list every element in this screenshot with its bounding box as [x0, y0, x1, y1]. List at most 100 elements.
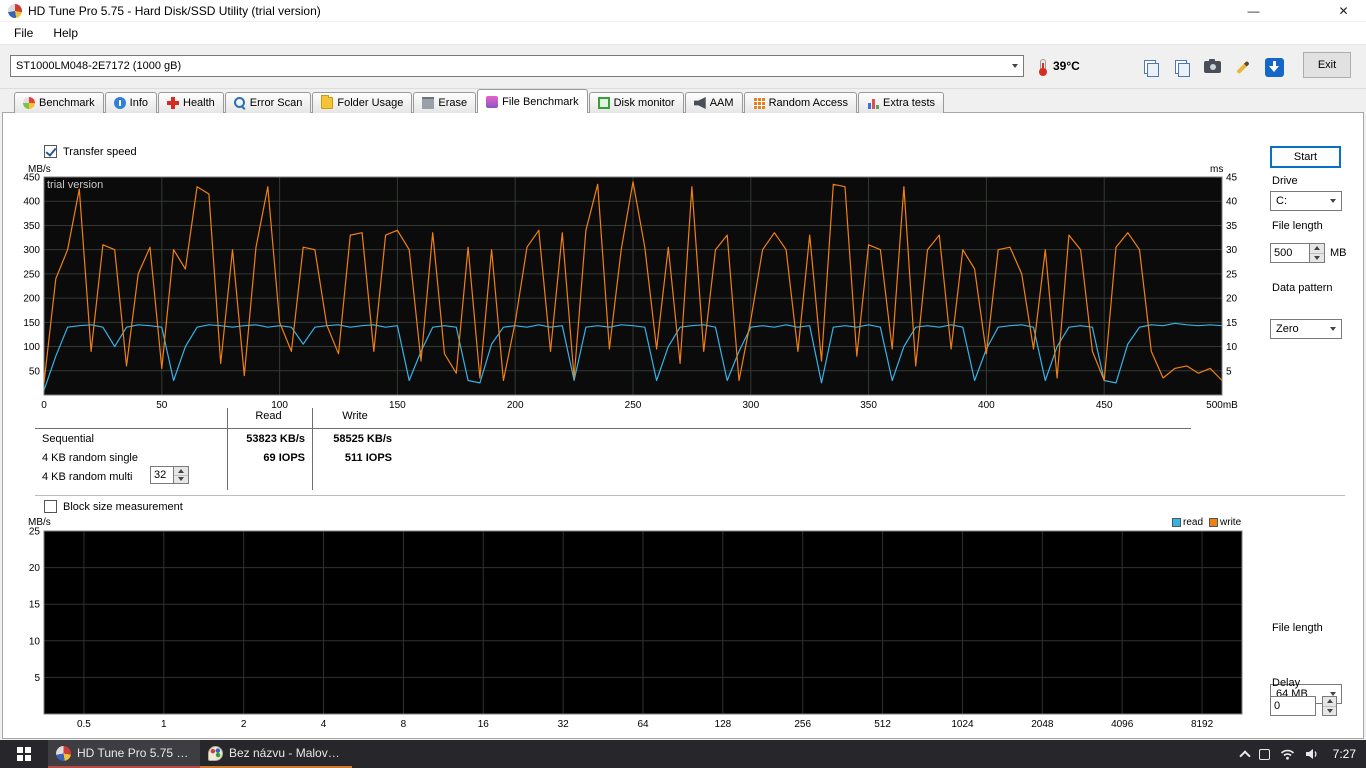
tray-app-icon[interactable]	[1258, 748, 1270, 760]
clock[interactable]: 7:27	[1329, 747, 1356, 761]
sequential-write-value: 58525 KB/s	[333, 433, 392, 445]
windows-logo-icon	[17, 747, 31, 761]
read-header: Read	[255, 410, 282, 422]
chart-icon	[867, 97, 880, 109]
taskbar-app-paint[interactable]: Bez názvu - Malování	[200, 740, 352, 768]
maximize-button[interactable]	[1276, 0, 1321, 22]
transfer-speed-checkbox[interactable]: Transfer speed	[44, 145, 137, 158]
data-pattern-select[interactable]: Zero	[1270, 319, 1342, 339]
random-multi-input[interactable]	[150, 466, 174, 484]
svg-text:200: 200	[507, 400, 524, 411]
svg-text:1: 1	[161, 719, 167, 730]
menu-file[interactable]: File	[4, 23, 43, 43]
svg-text:200: 200	[23, 294, 40, 305]
checkbox-unchecked-icon[interactable]	[44, 500, 57, 513]
copy-report-icon	[1143, 59, 1159, 77]
delay-spinner[interactable]	[1270, 696, 1316, 716]
stepper-up-icon[interactable]	[1323, 697, 1336, 707]
system-tray: 7:27	[1238, 740, 1366, 768]
close-button[interactable]: ✕	[1321, 0, 1366, 22]
tab-error-scan[interactable]: Error Scan	[224, 92, 312, 113]
tab-info[interactable]: Info	[104, 92, 157, 113]
tab-extra-tests[interactable]: Extra tests	[858, 92, 945, 113]
svg-text:0: 0	[41, 400, 47, 411]
svg-text:100: 100	[23, 342, 40, 353]
delay-input[interactable]	[1270, 696, 1316, 716]
row-sequential-label: Sequential	[42, 433, 94, 445]
chevron-down-icon[interactable]	[1006, 56, 1023, 76]
svg-text:50: 50	[29, 366, 41, 377]
start-button[interactable]: Start	[1270, 146, 1341, 168]
exit-button[interactable]: Exit	[1303, 52, 1351, 78]
paint-icon	[208, 745, 223, 761]
wifi-icon[interactable]	[1280, 748, 1295, 760]
file-length-spinner[interactable]	[1270, 243, 1325, 263]
delay-label: Delay	[1272, 677, 1301, 689]
delay-stepper-wrap[interactable]	[1322, 696, 1337, 716]
svg-text:trial version: trial version	[47, 179, 103, 191]
tab-benchmark[interactable]: Benchmark	[14, 92, 104, 113]
stepper-up-icon[interactable]	[174, 467, 188, 476]
volume-icon[interactable]	[1305, 748, 1319, 760]
delay-stepper[interactable]	[1322, 696, 1337, 716]
transfer-speed-label: Transfer speed	[63, 145, 137, 158]
transfer-speed-chart: MB/s ms4504003503002502001501005045403530…	[23, 164, 1238, 411]
speaker-icon	[693, 97, 706, 109]
start-button-windows[interactable]	[0, 740, 48, 768]
tab-aam[interactable]: AAM	[684, 92, 743, 113]
chevron-up-icon[interactable]	[1238, 749, 1251, 762]
svg-text:25: 25	[1226, 269, 1238, 280]
tab-label: Random Access	[768, 97, 849, 109]
tab-label: Erase	[438, 97, 468, 109]
file-length-input[interactable]	[1270, 243, 1310, 263]
tab-folder-usage[interactable]: Folder Usage	[312, 92, 413, 113]
svg-text:50: 50	[156, 400, 168, 411]
tab-bar: Benchmark Info Health Error Scan Folder …	[14, 89, 945, 113]
svg-text:15: 15	[29, 600, 41, 611]
tab-label: AAM	[709, 97, 734, 109]
tab-random-access[interactable]: Random Access	[743, 92, 858, 113]
svg-text:350: 350	[23, 221, 40, 232]
random-multi-stepper[interactable]	[174, 466, 189, 484]
drive-combobox[interactable]: ST1000LM048-2E7172 (1000 gB)	[10, 55, 1024, 77]
tab-erase[interactable]: Erase	[413, 92, 477, 113]
stepper-down-icon[interactable]	[1310, 253, 1324, 262]
taskbar-app-hdtune[interactable]: HD Tune Pro 5.75 - H...	[48, 740, 200, 768]
random-multi-spinner[interactable]	[150, 466, 189, 484]
svg-text:4: 4	[321, 719, 327, 730]
tab-health[interactable]: Health	[158, 92, 224, 113]
file-length-unit: MB	[1330, 247, 1347, 259]
copy-image-button[interactable]	[1167, 53, 1195, 81]
file-length-stepper[interactable]	[1310, 243, 1325, 263]
random-single-read-value: 69 IOPS	[263, 452, 305, 464]
chevron-down-icon[interactable]	[1324, 192, 1341, 210]
chevron-down-icon[interactable]	[1324, 320, 1341, 338]
block-size-label: Block size measurement	[63, 500, 183, 513]
taskbar-app-label: Bez názvu - Malování	[229, 746, 344, 760]
minimize-button[interactable]: —	[1231, 0, 1276, 22]
tab-file-benchmark[interactable]: File Benchmark	[477, 89, 588, 113]
checkbox-checked-icon[interactable]	[44, 145, 57, 158]
screenshot-button[interactable]	[1198, 53, 1226, 81]
save-icon	[1264, 57, 1284, 77]
svg-text:450: 450	[23, 173, 40, 184]
svg-text:512: 512	[874, 719, 891, 730]
block-size-checkbox[interactable]: Block size measurement	[44, 500, 183, 513]
svg-text:5: 5	[1226, 366, 1232, 377]
svg-text:40: 40	[1226, 197, 1238, 208]
taskbar-app-label: HD Tune Pro 5.75 - H...	[77, 746, 192, 760]
menu-help[interactable]: Help	[43, 23, 88, 43]
svg-text:32: 32	[558, 719, 570, 730]
hdtune-icon	[56, 745, 71, 761]
stepper-down-icon[interactable]	[1323, 706, 1336, 715]
svg-text:8: 8	[401, 719, 407, 730]
results-column-line	[312, 408, 313, 490]
save-button[interactable]	[1260, 53, 1288, 81]
copy-report-button[interactable]	[1136, 53, 1164, 81]
drive-select[interactable]: C:	[1270, 191, 1342, 211]
color-button[interactable]	[1229, 53, 1257, 81]
stepper-up-icon[interactable]	[1310, 244, 1324, 254]
tab-disk-monitor[interactable]: Disk monitor	[588, 92, 684, 113]
svg-text:10: 10	[29, 636, 41, 647]
stepper-down-icon[interactable]	[174, 475, 188, 483]
